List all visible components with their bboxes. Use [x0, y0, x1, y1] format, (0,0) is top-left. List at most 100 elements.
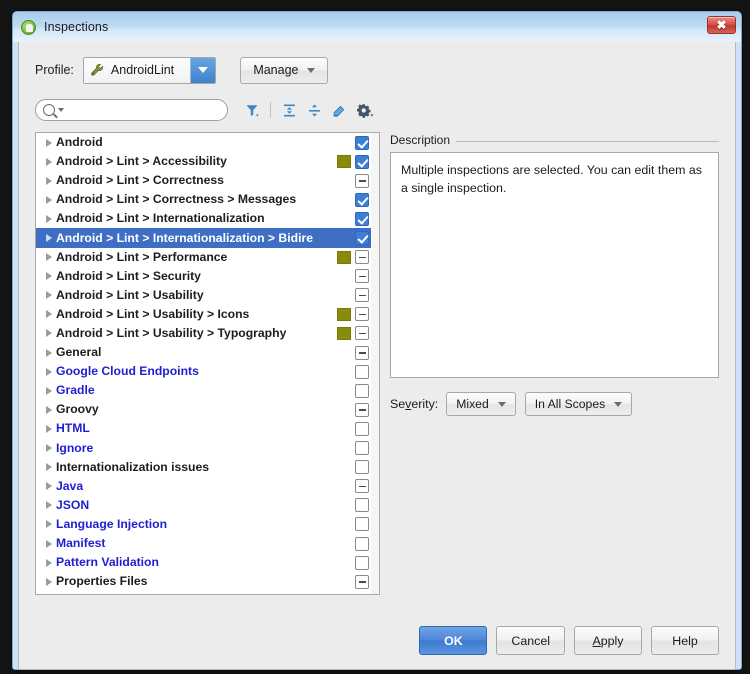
tree-row[interactable]: Language Injection	[36, 515, 379, 534]
tree-row[interactable]: Android > Lint > Performance	[36, 248, 379, 267]
chevron-right-icon[interactable]	[42, 195, 56, 204]
tree-row[interactable]: Android	[36, 133, 379, 152]
chevron-right-icon[interactable]	[42, 234, 56, 243]
tree-toolbar	[241, 99, 375, 121]
search-box[interactable]	[35, 99, 228, 121]
help-button[interactable]: Help	[651, 626, 719, 655]
chevron-right-icon[interactable]	[42, 577, 56, 586]
chevron-right-icon[interactable]	[42, 424, 56, 433]
tree-row-checkbox[interactable]	[355, 211, 369, 226]
tree-row[interactable]: Groovy	[36, 400, 379, 419]
reset-icon[interactable]	[328, 99, 350, 121]
tree-row-checkbox[interactable]	[355, 326, 369, 341]
expand-all-icon[interactable]	[278, 99, 300, 121]
tree-row[interactable]: Manifest	[36, 534, 379, 553]
tree-row-checkbox[interactable]	[355, 402, 369, 417]
tree-row[interactable]: Android > Lint > Accessibility	[36, 152, 379, 171]
tree-row-checkbox[interactable]	[355, 555, 369, 570]
tree-row[interactable]: Android > Lint > Correctness > Messages	[36, 190, 379, 209]
tree-vertical-scrollbar[interactable]	[371, 133, 379, 594]
scope-select[interactable]: In All Scopes	[524, 392, 633, 416]
filter-icon[interactable]	[241, 99, 263, 121]
tree-row-checkbox[interactable]	[355, 269, 369, 284]
tree-row[interactable]: Gradle	[36, 381, 379, 400]
chevron-right-icon[interactable]	[42, 386, 56, 395]
chevron-right-icon[interactable]	[42, 405, 56, 414]
tree-row[interactable]: HTML	[36, 419, 379, 438]
ok-button[interactable]: OK	[419, 626, 488, 655]
chevron-right-icon[interactable]	[42, 253, 56, 262]
title-bar: Inspections ✖	[13, 12, 741, 42]
tree-row[interactable]: Properties Files	[36, 572, 379, 591]
tree-row[interactable]: RELAX NG	[36, 591, 379, 594]
chevron-right-icon[interactable]	[42, 176, 56, 185]
tree-row[interactable]: Internationalization issues	[36, 458, 379, 477]
tree-row-checkbox[interactable]	[355, 288, 369, 303]
tree-row-checkbox[interactable]	[355, 173, 369, 188]
tree-row-checkbox[interactable]	[355, 135, 369, 150]
tree-row[interactable]: Android > Lint > Security	[36, 267, 379, 286]
chevron-right-icon[interactable]	[42, 539, 56, 548]
search-input[interactable]	[64, 101, 227, 119]
tree-row[interactable]: Google Cloud Endpoints	[36, 362, 379, 381]
cancel-button[interactable]: Cancel	[496, 626, 565, 655]
profile-combo-value[interactable]: AndroidLint	[83, 57, 190, 83]
tree-row[interactable]: JSON	[36, 496, 379, 515]
profile-dropdown-button[interactable]	[189, 57, 215, 83]
tree-row-label: Pattern Validation	[56, 555, 159, 570]
tree-row-checkbox[interactable]	[355, 345, 369, 360]
tree-row[interactable]: Ignore	[36, 439, 379, 458]
tree-row[interactable]: Android > Lint > Internationalization > …	[36, 228, 379, 248]
tree-row-checkbox[interactable]	[355, 192, 369, 207]
severity-color-swatch	[337, 155, 351, 169]
chevron-right-icon[interactable]	[42, 367, 56, 376]
chevron-right-icon[interactable]	[42, 520, 56, 529]
profile-combo[interactable]: AndroidLint	[82, 56, 216, 84]
chevron-right-icon[interactable]	[42, 138, 56, 147]
tree-row-checkbox[interactable]	[355, 574, 369, 589]
tree-row-checkbox[interactable]	[355, 498, 369, 513]
chevron-right-icon[interactable]	[42, 444, 56, 453]
tree-row[interactable]: Android > Lint > Usability > Icons	[36, 305, 379, 324]
tree-row-checkbox[interactable]	[355, 479, 369, 494]
tree-row-checkbox[interactable]	[355, 517, 369, 532]
manage-button[interactable]: Manage	[239, 56, 328, 84]
collapse-all-icon[interactable]	[303, 99, 325, 121]
chevron-right-icon[interactable]	[42, 348, 56, 357]
close-button[interactable]: ✖	[707, 16, 736, 34]
chevron-right-icon[interactable]	[42, 463, 56, 472]
tree-row-checkbox[interactable]	[355, 307, 369, 322]
tree-row-checkbox[interactable]	[355, 154, 369, 169]
chevron-right-icon[interactable]	[42, 310, 56, 319]
tree-row[interactable]: Android > Lint > Internationalization	[36, 209, 379, 228]
tree-row-checkbox[interactable]	[355, 460, 369, 475]
chevron-right-icon[interactable]	[42, 558, 56, 567]
chevron-right-icon[interactable]	[42, 482, 56, 491]
tree-row[interactable]: Android > Lint > Usability > Typography	[36, 324, 379, 343]
tree-row-label: Groovy	[56, 402, 99, 417]
tree-row-checkbox[interactable]	[355, 250, 369, 265]
tree-row-checkbox[interactable]	[355, 421, 369, 436]
chevron-right-icon[interactable]	[42, 214, 56, 223]
chevron-right-icon[interactable]	[42, 501, 56, 510]
tree-row-checkbox[interactable]	[355, 383, 369, 398]
tree-row-label: General	[56, 345, 102, 360]
tree-row[interactable]: Android > Lint > Usability	[36, 286, 379, 305]
tree-row[interactable]: Pattern Validation	[36, 553, 379, 572]
severity-select[interactable]: Mixed	[446, 392, 516, 416]
tree-row-checkbox[interactable]	[355, 364, 369, 379]
gear-icon[interactable]	[353, 99, 375, 121]
tree-row[interactable]: Java	[36, 477, 379, 496]
inspections-tree[interactable]: Android Android > Lint > Accessibility And…	[36, 133, 379, 594]
tree-row[interactable]: Android > Lint > Correctness	[36, 171, 379, 190]
search-icon	[43, 104, 55, 116]
chevron-right-icon[interactable]	[42, 291, 56, 300]
chevron-right-icon[interactable]	[42, 329, 56, 338]
chevron-right-icon[interactable]	[42, 272, 56, 281]
chevron-right-icon[interactable]	[42, 157, 56, 166]
tree-row[interactable]: General	[36, 343, 379, 362]
apply-button[interactable]: Apply	[574, 626, 642, 655]
tree-row-checkbox[interactable]	[355, 441, 369, 456]
tree-row-checkbox[interactable]	[355, 536, 369, 551]
tree-row-checkbox[interactable]	[355, 231, 369, 246]
